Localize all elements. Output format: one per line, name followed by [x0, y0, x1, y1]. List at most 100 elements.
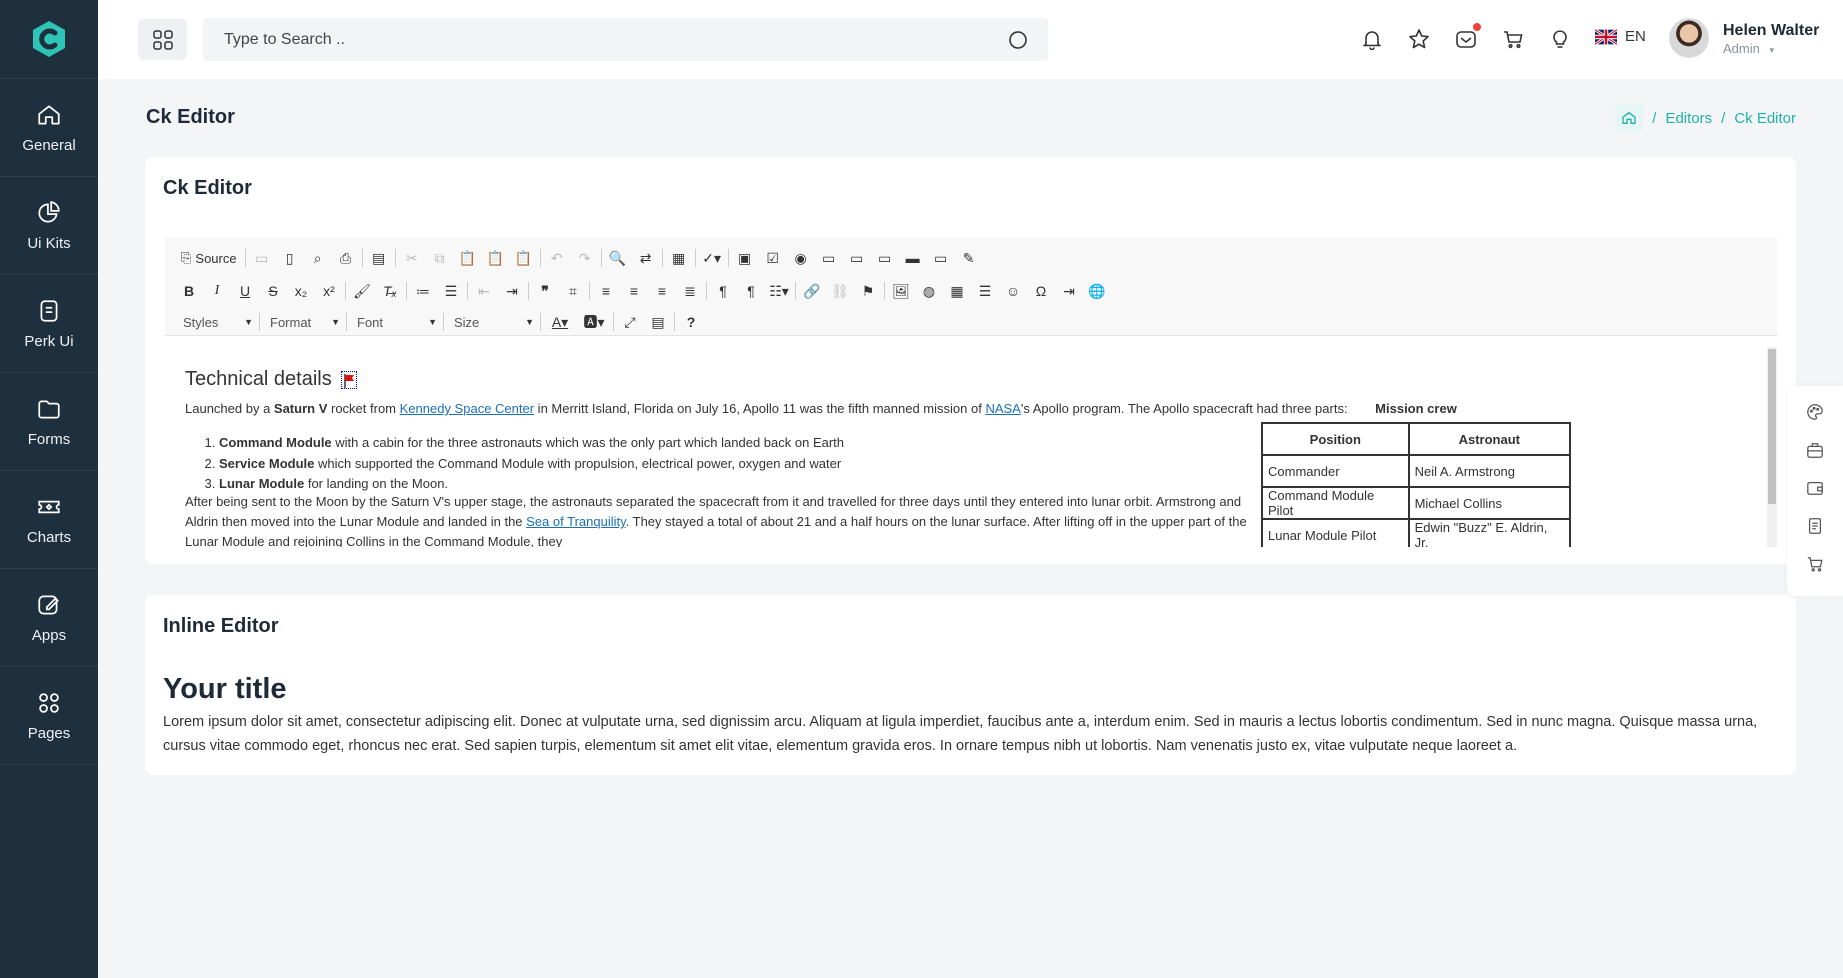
redo-icon[interactable]: ↷: [571, 246, 599, 270]
theme-toggle-button[interactable]: [1547, 26, 1573, 52]
font-dropdown[interactable]: Font ▼: [349, 311, 441, 333]
italic-icon[interactable]: I: [203, 279, 231, 303]
ltr-icon[interactable]: ¶: [709, 279, 737, 303]
favorites-button[interactable]: [1406, 26, 1432, 52]
format-dropdown[interactable]: Format ▼: [262, 311, 344, 333]
sidebar-item-ui-kits[interactable]: Ui Kits: [0, 177, 98, 275]
image-button-icon[interactable]: ▭: [927, 246, 955, 270]
help-icon[interactable]: ?: [677, 310, 705, 334]
textarea-icon[interactable]: ▭: [843, 246, 871, 270]
background-color-icon[interactable]: 🅰▾: [577, 310, 611, 334]
smiley-icon[interactable]: ☺: [999, 279, 1027, 303]
page-break-icon[interactable]: ⇥: [1055, 279, 1083, 303]
palette-icon[interactable]: [1805, 402, 1825, 422]
styles-dropdown[interactable]: Styles ▼: [175, 311, 257, 333]
breadcrumb-home[interactable]: [1615, 104, 1644, 132]
blockquote-icon[interactable]: ❞: [531, 279, 559, 303]
cut-icon[interactable]: ✂: [398, 246, 426, 270]
sidebar-item-charts[interactable]: Charts: [0, 471, 98, 569]
find-icon[interactable]: 🔍: [604, 246, 632, 270]
subscript-icon[interactable]: x₂: [287, 279, 315, 303]
bulleted-list-icon[interactable]: ☰: [437, 279, 465, 303]
notification-button[interactable]: [1359, 26, 1385, 52]
link-icon[interactable]: 🔗: [798, 279, 826, 303]
select-field-icon[interactable]: ▭: [871, 246, 899, 270]
checkbox-icon[interactable]: ☑: [759, 246, 787, 270]
replace-icon[interactable]: ⇄: [632, 246, 660, 270]
source-button[interactable]: ⎘ Source: [175, 250, 243, 266]
language-icon[interactable]: ☷▾: [765, 279, 793, 303]
wallet-icon[interactable]: [1805, 478, 1825, 498]
maximize-icon[interactable]: ⤢: [616, 310, 644, 334]
sidebar-item-pages[interactable]: Pages: [0, 667, 98, 765]
sidebar-item-forms[interactable]: Forms: [0, 373, 98, 471]
align-left-icon[interactable]: ≡: [592, 279, 620, 303]
select-all-icon[interactable]: ▦: [665, 246, 693, 270]
anchor-flag-icon[interactable]: ⚑: [854, 279, 882, 303]
new-page-icon[interactable]: ▯: [276, 246, 304, 270]
underline-icon[interactable]: U: [231, 279, 259, 303]
rtl-icon[interactable]: ¶: [737, 279, 765, 303]
nasa-link[interactable]: NASA: [985, 401, 1020, 416]
size-dropdown[interactable]: Size ▼: [446, 311, 538, 333]
paste-text-icon[interactable]: 📋: [482, 246, 510, 270]
inline-editor-body[interactable]: Lorem ipsum dolor sit amet, consectetur …: [163, 710, 1783, 758]
sidebar-item-apps[interactable]: Apps: [0, 569, 98, 667]
flash-icon[interactable]: ◍: [915, 279, 943, 303]
templates-icon[interactable]: ▤: [365, 246, 393, 270]
hidden-field-icon[interactable]: ✎: [955, 246, 983, 270]
unlink-icon[interactable]: ⛓: [826, 279, 854, 303]
apps-grid-button[interactable]: [138, 19, 187, 60]
bold-icon[interactable]: B: [175, 279, 203, 303]
paste-icon[interactable]: 📋: [454, 246, 482, 270]
numbered-list-icon[interactable]: ≔: [409, 279, 437, 303]
kennedy-link[interactable]: Kennedy Space Center: [400, 401, 534, 416]
user-role-dropdown[interactable]: Admin ▾: [1723, 41, 1774, 56]
app-logo[interactable]: [0, 0, 98, 79]
indent-icon[interactable]: ⇥: [498, 279, 526, 303]
text-color-icon[interactable]: A▾: [543, 310, 577, 334]
iframe-icon[interactable]: 🌐: [1083, 279, 1111, 303]
briefcase-icon[interactable]: [1805, 440, 1825, 460]
div-container-icon[interactable]: ⌗: [559, 279, 587, 303]
undo-icon[interactable]: ↶: [543, 246, 571, 270]
search-input[interactable]: [224, 18, 984, 61]
anchor-flag-icon[interactable]: [341, 370, 358, 389]
show-blocks-icon[interactable]: ▤: [644, 310, 672, 334]
sidebar-item-perk-ui[interactable]: Perk Ui: [0, 275, 98, 373]
language-selector[interactable]: EN: [1595, 28, 1646, 45]
cart-button[interactable]: [1500, 26, 1526, 52]
copy-icon[interactable]: ⧉: [426, 246, 454, 270]
image-icon[interactable]: 🖼: [887, 279, 915, 303]
paste-word-icon[interactable]: 📋: [510, 246, 538, 270]
strikethrough-icon[interactable]: S: [259, 279, 287, 303]
preview-icon[interactable]: ⌕: [304, 246, 332, 270]
scrollbar-thumb[interactable]: [1768, 349, 1776, 504]
table-icon[interactable]: ▦: [943, 279, 971, 303]
horizontal-line-icon[interactable]: ☰: [971, 279, 999, 303]
save-icon[interactable]: ▭: [248, 246, 276, 270]
align-center-icon[interactable]: ≡: [620, 279, 648, 303]
radio-icon[interactable]: ◉: [787, 246, 815, 270]
align-right-icon[interactable]: ≡: [648, 279, 676, 303]
sea-of-tranquility-link[interactable]: Sea of Tranquility: [526, 514, 625, 529]
search-icon[interactable]: [1008, 30, 1028, 50]
form-icon[interactable]: ▣: [731, 246, 759, 270]
button-field-icon[interactable]: ▬: [899, 246, 927, 270]
user-name[interactable]: Helen Walter: [1723, 22, 1819, 40]
avatar[interactable]: [1669, 18, 1709, 58]
spellcheck-icon[interactable]: ✓▾: [698, 246, 726, 270]
editor-scrollbar[interactable]: [1767, 347, 1777, 547]
superscript-icon[interactable]: x²: [315, 279, 343, 303]
shopping-cart-icon[interactable]: [1805, 554, 1825, 574]
breadcrumb-editors[interactable]: Editors: [1665, 110, 1712, 127]
sidebar-item-general[interactable]: General: [0, 79, 98, 177]
justify-icon[interactable]: ≣: [676, 279, 704, 303]
editor-content-area[interactable]: Technical details Launched by a Saturn V…: [165, 347, 1777, 547]
text-field-icon[interactable]: ▭: [815, 246, 843, 270]
receipt-icon[interactable]: [1805, 516, 1825, 536]
messages-button[interactable]: [1453, 23, 1481, 52]
special-char-icon[interactable]: Ω: [1027, 279, 1055, 303]
copy-format-icon[interactable]: 🖌: [348, 279, 376, 303]
print-icon[interactable]: ⎙: [332, 246, 360, 270]
